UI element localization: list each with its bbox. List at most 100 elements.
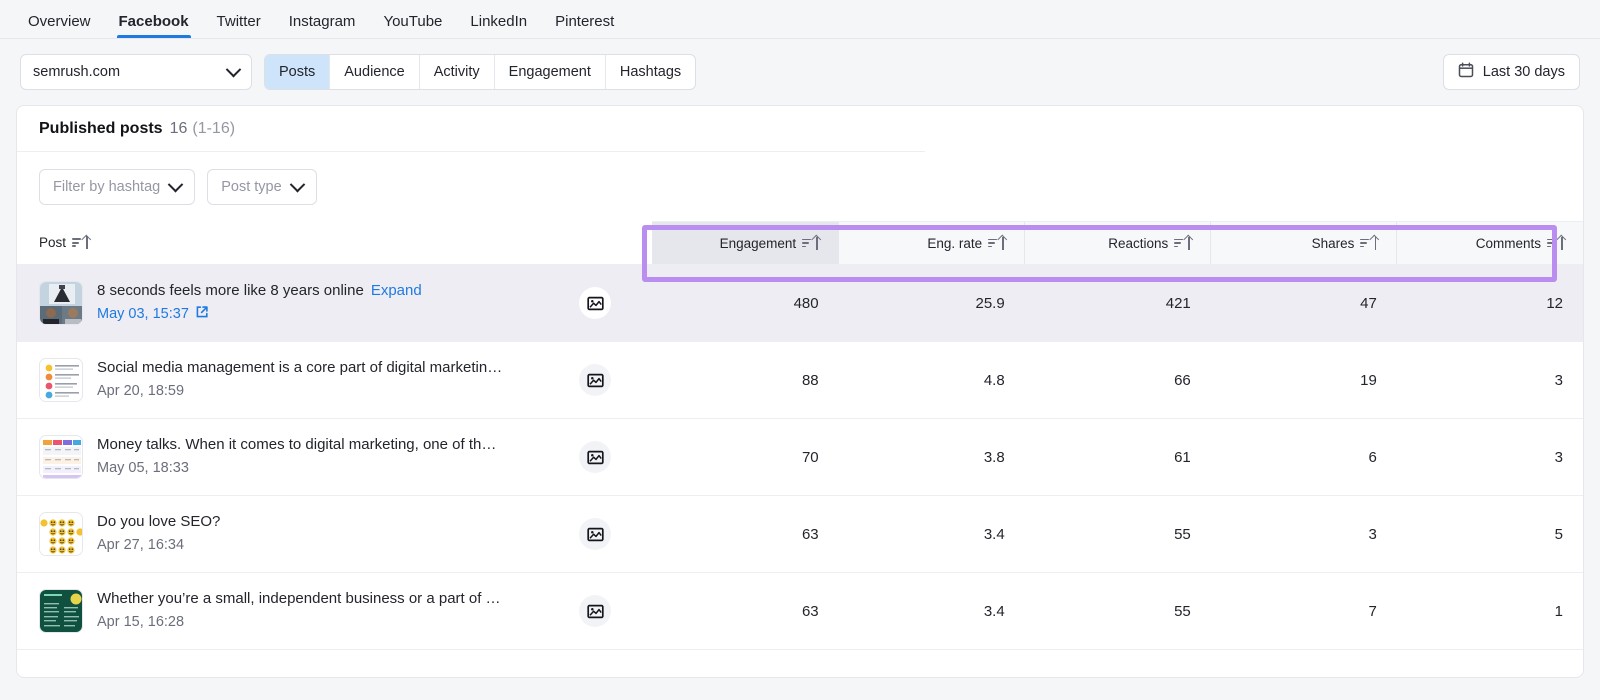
cell-shares: 47: [1210, 264, 1397, 342]
post-cell: Whether you’re a small, independent busi…: [17, 573, 653, 650]
image-post-icon: [579, 364, 611, 396]
sort-ascending-icon: [1174, 236, 1191, 250]
cell-comments: 3: [1554, 448, 1563, 466]
cell-shares: 6: [1368, 448, 1377, 466]
date-range-label: Last 30 days: [1482, 64, 1565, 80]
cell-reactions: 421: [1024, 264, 1211, 342]
post-thumbnail[interactable]: [39, 435, 83, 479]
cell-comments: 5: [1554, 525, 1563, 543]
table-row[interactable]: Whether you’re a small, independent busi…: [17, 573, 1583, 650]
cell-eng-rate: 3.8: [983, 448, 1005, 466]
image-post-icon: [579, 518, 611, 550]
chevron-down-icon: [289, 176, 305, 192]
cell-reactions: 55: [1174, 525, 1191, 543]
post-cell: Social media management is a core part o…: [17, 342, 653, 419]
column-header-engagement[interactable]: Engagement: [652, 221, 839, 265]
nav-tab-linkedin[interactable]: LinkedIn: [456, 14, 541, 38]
column-header-reactions[interactable]: Reactions: [1024, 221, 1211, 265]
image-post-icon: [579, 441, 611, 473]
post-title: Do you love SEO?: [97, 513, 221, 531]
column-header-label: Comments: [1475, 235, 1541, 251]
filter-bar: Filter by hashtag Post type: [17, 152, 1583, 221]
cell-eng-rate: 4.8: [983, 371, 1005, 389]
filter-post-type[interactable]: Post type: [207, 169, 317, 205]
post-date-link[interactable]: May 03, 15:37: [97, 305, 209, 326]
column-header-post-label: Post: [39, 235, 67, 251]
cell-eng-rate: 3.4: [983, 602, 1005, 620]
posts-range: (1-16): [192, 119, 236, 137]
segment-engagement[interactable]: Engagement: [495, 55, 606, 89]
cell-shares: 3: [1368, 525, 1377, 543]
cell-shares: 7: [1368, 602, 1377, 620]
table-header-row: Post Engagement Eng. rate Reactions Shares C…: [17, 221, 1583, 265]
segment-posts[interactable]: Posts: [265, 55, 331, 89]
cell-comments: 3: [1554, 371, 1563, 389]
column-header-label: Engagement: [719, 235, 797, 251]
sort-ascending-icon: [1360, 236, 1377, 250]
column-header-shares[interactable]: Shares: [1210, 221, 1397, 265]
chevron-down-icon: [167, 176, 184, 192]
external-link-icon: [195, 305, 209, 326]
segment-activity[interactable]: Activity: [420, 55, 495, 89]
table-row[interactable]: Money talks. When it comes to digital ma…: [17, 419, 1583, 496]
domain-selector-value: semrush.com: [33, 64, 121, 80]
filter-label: Filter by hashtag: [53, 179, 161, 195]
report-segmented-control: Posts Audience Activity Engagement Hashtags: [264, 54, 697, 90]
post-cell: 8 seconds feels more like 8 years online…: [17, 264, 653, 342]
post-date: Apr 15, 16:28: [97, 614, 185, 631]
image-post-icon: [579, 595, 611, 627]
sort-ascending-icon: [72, 236, 89, 250]
cell-comments: 1: [1554, 602, 1563, 620]
sort-ascending-icon: [1547, 236, 1563, 250]
post-title: Whether you’re a small, independent busi…: [97, 590, 501, 608]
post-title: 8 seconds feels more like 8 years online: [97, 281, 364, 299]
cell-engagement: 70: [801, 448, 819, 466]
date-range-picker[interactable]: Last 30 days: [1442, 54, 1580, 90]
segment-audience[interactable]: Audience: [330, 55, 420, 89]
nav-tab-overview[interactable]: Overview: [14, 14, 105, 38]
post-date: Apr 27, 16:34: [97, 537, 185, 554]
domain-selector[interactable]: semrush.com: [20, 54, 252, 90]
image-post-icon: [579, 287, 611, 319]
post-date-label: May 03, 15:37: [97, 306, 189, 323]
column-header-label: Reactions: [1108, 235, 1169, 251]
nav-tab-youtube[interactable]: YouTube: [369, 14, 456, 38]
published-posts-card: Published posts 16 (1-16) Filter by hash…: [16, 105, 1584, 678]
sort-ascending-icon: [802, 236, 819, 250]
post-cell: Money talks. When it comes to digital ma…: [17, 419, 653, 496]
primary-nav: Overview Facebook Twitter Instagram YouTube L…: [0, 0, 1600, 39]
post-thumbnail[interactable]: [39, 512, 83, 556]
expand-link[interactable]: Expand: [371, 282, 422, 299]
column-header-eng-rate[interactable]: Eng. rate: [838, 221, 1025, 265]
posts-table: Post Engagement Eng. rate Reactions Shares C…: [17, 221, 1583, 650]
table-row[interactable]: Social media management is a core part o…: [17, 342, 1583, 419]
page-title: Published posts: [39, 119, 163, 137]
filter-label: Post type: [221, 179, 282, 195]
calendar-icon: [1458, 62, 1474, 82]
post-thumbnail[interactable]: [39, 589, 83, 633]
nav-tab-facebook[interactable]: Facebook: [105, 14, 203, 38]
filter-hashtag[interactable]: Filter by hashtag: [39, 169, 196, 205]
nav-tab-instagram[interactable]: Instagram: [275, 14, 370, 38]
column-header-post[interactable]: Post: [17, 221, 653, 265]
table-row[interactable]: 8 seconds feels more like 8 years online…: [17, 264, 1583, 342]
chevron-down-icon: [225, 61, 242, 77]
post-title: Social media management is a core part o…: [97, 359, 503, 377]
column-header-label: Shares: [1311, 235, 1355, 251]
nav-tab-pinterest[interactable]: Pinterest: [541, 14, 628, 38]
sort-ascending-icon: [988, 236, 1005, 250]
segment-hashtags[interactable]: Hashtags: [606, 55, 695, 89]
cell-comments: 12: [1396, 264, 1583, 342]
cell-eng-rate: 3.4: [983, 525, 1005, 543]
table-row[interactable]: Do you love SEO? Apr 27, 16:34 63 3.4 55 3 5: [17, 496, 1583, 573]
column-header-comments[interactable]: Comments: [1396, 221, 1583, 265]
posts-count: 16: [169, 119, 188, 137]
post-date: May 05, 18:33: [97, 460, 189, 477]
nav-tab-twitter[interactable]: Twitter: [203, 14, 275, 38]
post-thumbnail[interactable]: [39, 281, 83, 325]
cell-reactions: 66: [1174, 371, 1191, 389]
cell-reactions: 55: [1174, 602, 1191, 620]
cell-engagement: 63: [801, 525, 819, 543]
post-thumbnail[interactable]: [39, 358, 83, 402]
toolbar: semrush.com Posts Audience Activity Engagem…: [0, 39, 1600, 105]
